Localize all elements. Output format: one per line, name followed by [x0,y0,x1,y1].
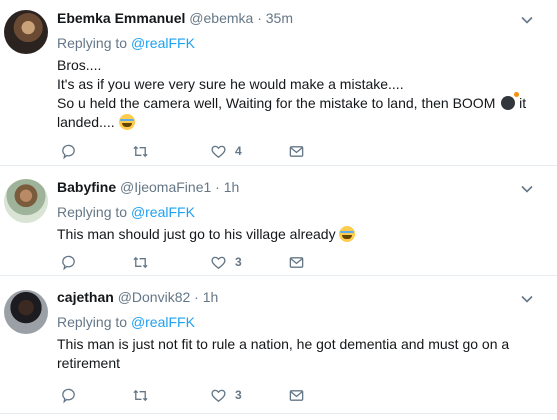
avatar[interactable] [4,290,48,334]
tweet-line-part: This man should just go to his village a… [57,226,336,242]
envelope-icon [289,256,304,268]
chevron-down-icon[interactable] [519,291,535,307]
reply-button[interactable] [60,386,77,404]
tweet-actions: 3 [60,253,320,271]
timestamp[interactable]: 1h [224,179,240,195]
avatar[interactable] [4,179,48,223]
retweet-button[interactable] [132,386,149,404]
user-handle[interactable]: @IjeomaFine1 [120,179,211,195]
tweet[interactable]: cajethan @Donvik82 · 1h Replying to @rea… [0,275,557,420]
replying-to-link[interactable]: @realFFK [131,35,195,51]
tweet-line-part: landed.... [57,114,115,130]
replying-to: Replying to @realFFK [57,314,195,330]
tweet-line: Bros.... [57,57,102,73]
reply-button[interactable] [60,142,77,160]
reply-icon [62,255,75,270]
separator-dot: · [215,179,220,195]
replying-prefix: Replying to [57,35,131,51]
tweet-text: This man should just go to his village a… [57,225,527,244]
divider [0,413,557,414]
retweet-icon [133,145,148,157]
reply-icon [62,388,75,403]
tweet-actions: 4 [60,142,320,160]
tweet-line: This man is just not fit to rule a natio… [57,336,510,352]
replying-to-link[interactable]: @realFFK [131,204,195,220]
tweet-header: Ebemka Emmanuel @ebemka · 35m [57,10,293,26]
replying-prefix: Replying to [57,204,131,220]
tweet-header: cajethan @Donvik82 · 1h [57,289,218,305]
direct-message-button[interactable] [288,142,305,160]
tweet-line: retirement [57,355,121,371]
avatar[interactable] [4,10,48,54]
timestamp[interactable]: 35m [266,10,293,26]
retweet-button[interactable] [132,253,149,271]
replying-to: Replying to @realFFK [57,204,195,220]
bomb-emoji-icon [501,92,520,110]
display-name[interactable]: Ebemka Emmanuel [57,10,185,26]
tweet-text: This man is just not fit to rule a natio… [57,335,527,373]
separator-dot: · [194,289,199,305]
like-count: 3 [235,388,242,402]
reply-icon [62,144,75,159]
user-handle[interactable]: @Donvik82 [118,289,191,305]
reply-button[interactable] [60,253,77,271]
tweet-line: landed.... [57,113,527,132]
tweet-line-part: So u held the camera well, Waiting for t… [57,95,496,111]
laughing-emoji-icon [118,114,135,130]
direct-message-button[interactable] [288,253,305,271]
tweet-line: So u held the camera well, Waiting for t… [57,92,527,113]
retweet-button[interactable] [132,142,149,160]
heart-icon [211,256,226,269]
separator-dot: · [257,10,262,26]
envelope-icon [289,389,304,401]
heart-icon [211,145,226,158]
chevron-down-icon[interactable] [519,12,535,28]
replying-to-link[interactable]: @realFFK [131,314,195,330]
user-handle[interactable]: @ebemka [189,10,253,26]
like-count: 4 [235,144,242,158]
tweet-header: Babyfine @IjeomaFine1 · 1h [57,179,239,195]
tweet-line: It's as if you were very sure he would m… [57,76,404,92]
retweet-icon [133,256,148,268]
envelope-icon [289,145,304,157]
tweet[interactable]: Babyfine @IjeomaFine1 · 1h Replying to @… [0,165,557,275]
replying-prefix: Replying to [57,314,131,330]
like-button[interactable]: 3 [210,253,242,271]
laughing-emoji-icon [339,226,356,242]
tweet-actions: 3 [60,386,320,404]
replying-to: Replying to @realFFK [57,35,195,51]
direct-message-button[interactable] [288,386,305,404]
chevron-down-icon[interactable] [519,181,535,197]
tweet-line-part: it [519,95,527,111]
timestamp[interactable]: 1h [203,289,219,305]
heart-icon [211,389,226,402]
tweet-line: This man should just go to his village a… [57,225,527,244]
display-name[interactable]: Babyfine [57,179,116,195]
retweet-icon [133,389,148,401]
like-count: 3 [235,255,242,269]
like-button[interactable]: 3 [210,386,242,404]
like-button[interactable]: 4 [210,142,242,160]
tweet[interactable]: Ebemka Emmanuel @ebemka · 35m Replying t… [0,0,557,165]
tweet-text: Bros.... It's as if you were very sure h… [57,56,527,132]
display-name[interactable]: cajethan [57,289,114,305]
